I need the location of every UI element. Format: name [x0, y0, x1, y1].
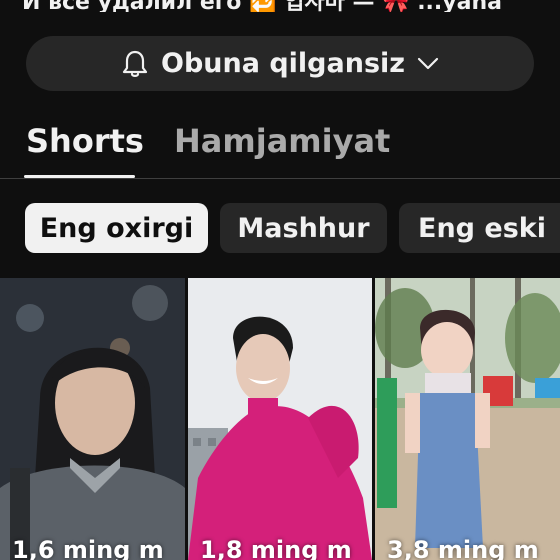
subscribed-label: Obuna qilgansiz — [161, 48, 405, 79]
chip-latest[interactable]: Eng oxirgi — [25, 203, 208, 253]
short-card[interactable]: 1,8 ming m — [188, 278, 372, 560]
chip-oldest[interactable]: Eng eski — [399, 203, 560, 253]
short-card[interactable]: 1,6 ming m — [0, 278, 185, 560]
shorts-grid: 1,6 ming m 1,8 ming m 3,8 ming m — [0, 278, 560, 560]
short-thumbnail — [375, 278, 560, 560]
chevron-down-icon — [417, 57, 439, 69]
subscribed-button[interactable]: Obuna qilgansiz — [26, 36, 534, 91]
short-thumbnail — [0, 278, 185, 560]
tab-community[interactable]: Hamjamiyat — [174, 122, 390, 160]
view-count: 3,8 ming m — [387, 536, 539, 560]
sort-chips: Eng oxirgi Mashhur Eng eski — [0, 203, 560, 253]
chip-popular[interactable]: Mashhur — [220, 203, 387, 253]
channel-tabs: Shorts Hamjamiyat — [0, 112, 560, 179]
short-card[interactable]: 3,8 ming m — [375, 278, 560, 560]
view-count: 1,8 ming m — [200, 536, 352, 560]
tab-shorts[interactable]: Shorts — [26, 122, 144, 160]
bell-icon — [122, 50, 148, 77]
channel-header-text: И все удалил его 🔁 입사마 — 🎀 ...yana — [0, 0, 560, 12]
selected-tab-indicator — [24, 175, 135, 178]
view-count: 1,6 ming m — [12, 536, 164, 560]
short-thumbnail — [188, 278, 372, 560]
